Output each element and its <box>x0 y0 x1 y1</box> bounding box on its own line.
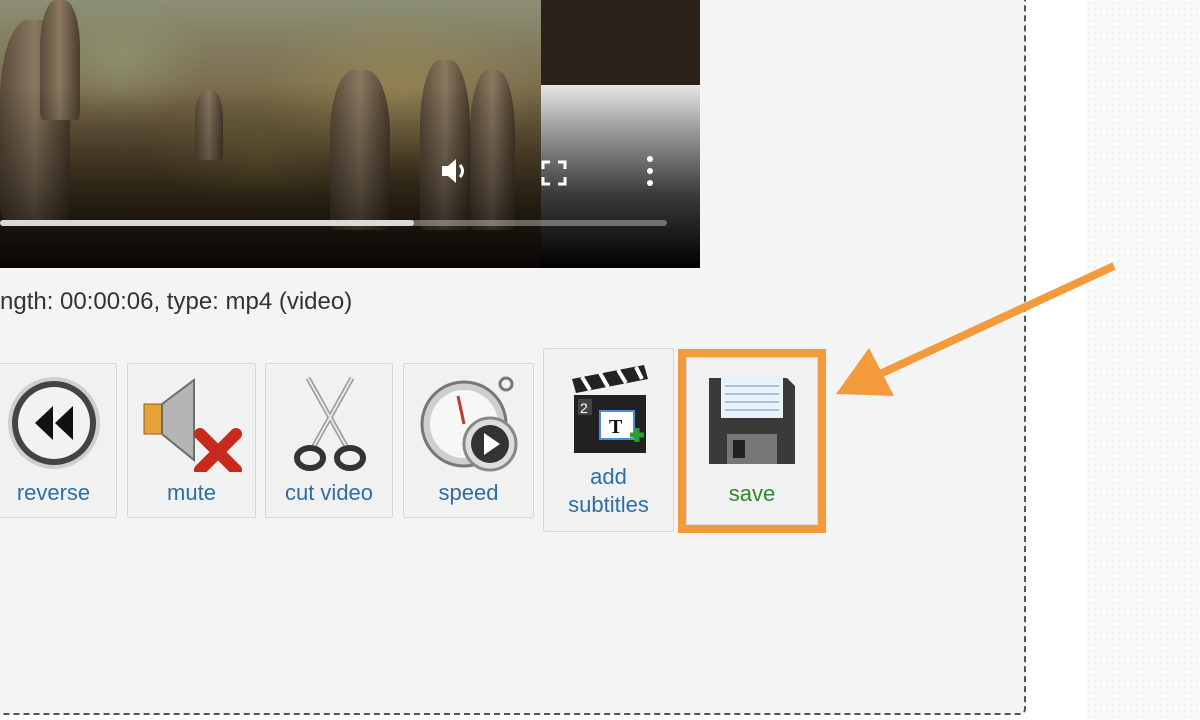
pointer-arrow <box>836 262 1116 396</box>
